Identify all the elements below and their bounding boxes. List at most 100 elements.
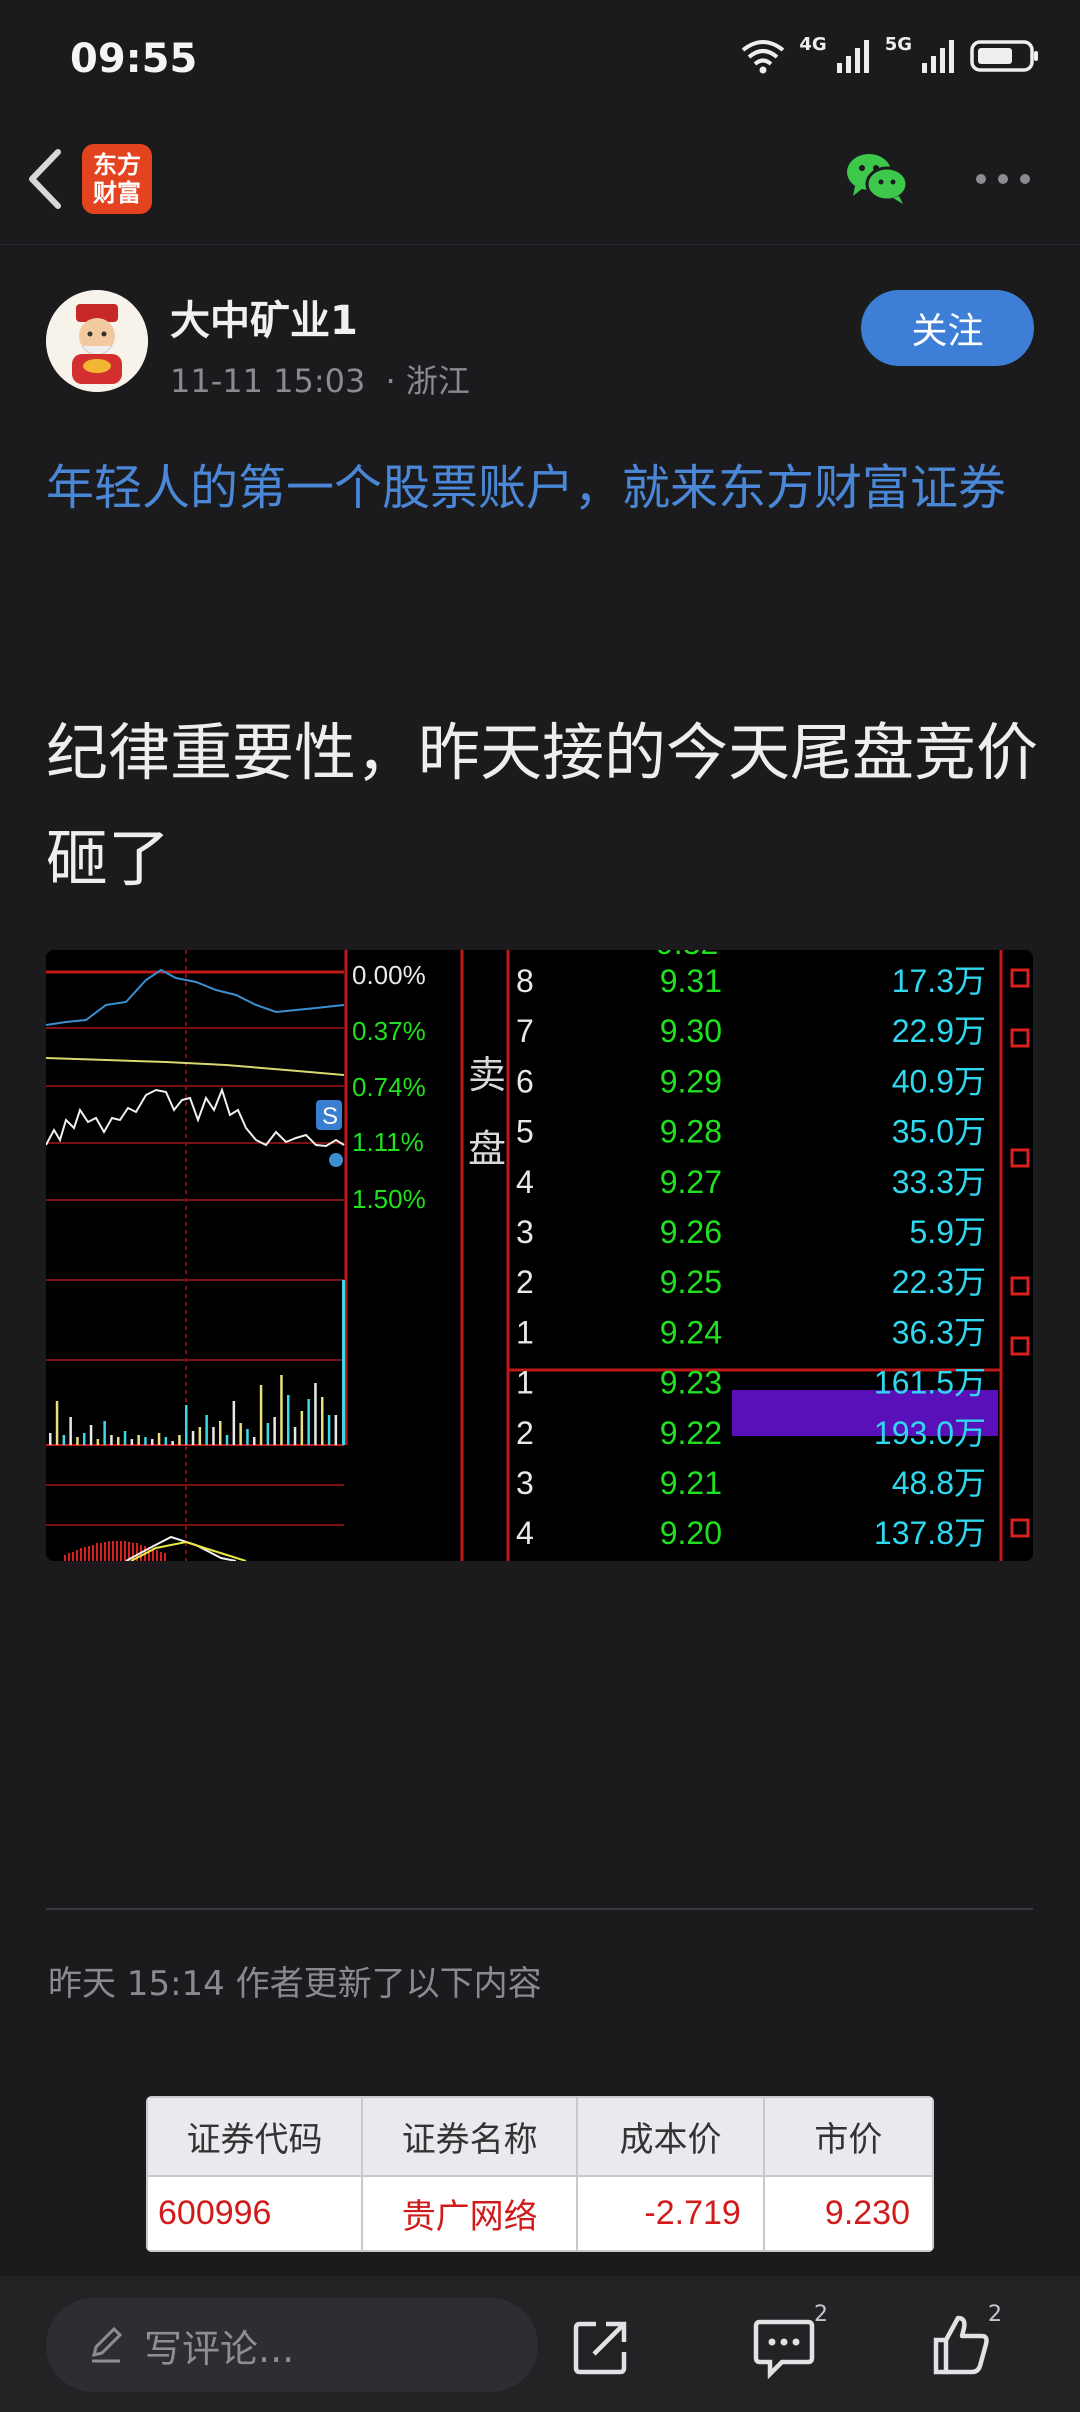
sell-price-3: 9.26 (660, 1214, 722, 1250)
volume-bar (151, 1439, 154, 1445)
volume-bar (164, 1437, 168, 1445)
percent-label-0: 0.00% (352, 960, 426, 990)
indicator-bar (84, 1547, 86, 1561)
volume-bar (280, 1375, 283, 1445)
indicator-bar (104, 1542, 106, 1561)
update-divider (46, 1908, 1033, 1910)
volume-bar (239, 1423, 242, 1445)
sell-label-1: 卖 (468, 1053, 506, 1097)
holding-table-image[interactable]: 证券代码 证券名称 成本价 市价 600996 贵广网络 -2.719 9.23… (146, 2096, 934, 2252)
volume-bar (123, 1431, 127, 1445)
volume-bar (83, 1433, 86, 1445)
percent-label-2: 0.74% (352, 1072, 426, 1102)
sell-level-2: 2 (516, 1264, 534, 1300)
wifi-icon (742, 40, 785, 74)
ad-link[interactable]: 年轻人的第一个股票账户，就来东方财富证券 (46, 450, 1036, 526)
volume-bar (266, 1423, 270, 1445)
signal-5g-icon (922, 40, 954, 73)
sell-price-8: 9.31 (660, 963, 722, 999)
post-body: 纪律重要性，昨天接的今天尾盘竞价砸了 (46, 716, 1039, 895)
comment-icon[interactable] (752, 2314, 816, 2380)
buy-price-1: 9.23 (660, 1365, 722, 1401)
wechat-share-icon[interactable] (845, 150, 909, 206)
volume-bar (191, 1431, 195, 1445)
cell-cost: -2.719 (576, 2175, 765, 2252)
indicator-bar (164, 1553, 166, 1561)
buy-price-3: 9.21 (660, 1465, 722, 1501)
buy-volume-2: 193.0万 (874, 1415, 986, 1451)
post-location: · 浙江 (385, 362, 470, 400)
sell-level-8: 8 (516, 963, 534, 999)
comment-input[interactable]: 写评论... (46, 2298, 538, 2392)
like-icon[interactable] (930, 2312, 992, 2378)
logo-line-2: 财富 (93, 179, 141, 207)
volume-bar (253, 1437, 256, 1445)
volume-bar (321, 1397, 324, 1445)
sell-volume-1: 36.3万 (892, 1314, 986, 1350)
buy-price-4: 9.20 (660, 1515, 722, 1551)
post-image-quote[interactable]: S 0.00% 0.37% 0.74% 1.11% 1.50% 卖 盘 9.32… (46, 950, 1033, 1561)
holding-table: 证券代码 证券名称 成本价 市价 600996 贵广网络 -2.719 9.23… (146, 2096, 934, 2252)
volume-bar (144, 1437, 147, 1445)
buy-level-1: 1 (516, 1365, 534, 1401)
sell-price-7: 9.30 (660, 1013, 722, 1049)
buy-level-3: 3 (516, 1465, 534, 1501)
sell-volume-5: 35.0万 (892, 1114, 986, 1150)
indicator-bar (160, 1552, 162, 1561)
more-icon[interactable] (975, 172, 1031, 186)
sell-level-6: 6 (516, 1063, 534, 1099)
comment-count-badge: 2 (814, 2302, 828, 2327)
status-time: 09:55 (70, 36, 198, 82)
volume-bar (334, 1415, 338, 1445)
indicator-bar (68, 1553, 70, 1561)
indicator-bar (80, 1548, 82, 1561)
sell-volume-6: 40.9万 (892, 1063, 986, 1099)
sell-volume-2: 22.3万 (892, 1264, 986, 1300)
sell-price-1: 9.24 (660, 1314, 722, 1350)
battery-icon (970, 40, 1038, 72)
appbar-divider (0, 244, 1080, 245)
sell-volume-3: 5.9万 (910, 1214, 987, 1250)
sell-level-3: 3 (516, 1214, 534, 1250)
buy-volume-3: 48.8万 (892, 1465, 986, 1501)
share-icon[interactable] (570, 2316, 632, 2378)
sell-level-4: 4 (516, 1164, 534, 1200)
author-name[interactable]: 大中矿业1 (170, 288, 358, 346)
volume-bar (300, 1411, 304, 1445)
quote-screenshot: S 0.00% 0.37% 0.74% 1.11% 1.50% 卖 盘 9.32… (46, 950, 1033, 1561)
indicator-bar (120, 1541, 122, 1561)
follow-button[interactable]: 关注 (861, 290, 1034, 366)
post-timestamp: 11-11 15:03 (170, 362, 366, 400)
indicator-bar (92, 1545, 94, 1561)
volume-bar (89, 1425, 93, 1445)
network-4g-label: 4G (799, 33, 827, 55)
volume-bar (130, 1439, 134, 1445)
sell-volume-8: 17.3万 (892, 963, 986, 999)
avatar-figure (46, 290, 148, 392)
network-5g-label: 5G (884, 33, 912, 55)
header-price: 市价 (762, 2096, 934, 2178)
sell-volume-7: 22.9万 (892, 1013, 986, 1049)
author-avatar[interactable] (46, 290, 148, 392)
volume-bar (327, 1415, 331, 1445)
volume-bar (55, 1401, 59, 1445)
indicator-bar (100, 1543, 102, 1561)
status-icons: 4G 5G (741, 34, 1040, 74)
sell-price-6: 9.29 (660, 1063, 722, 1099)
sell-price-2: 9.25 (660, 1264, 722, 1300)
indicator-bar (116, 1541, 118, 1561)
back-icon[interactable] (22, 146, 70, 212)
volume-bar (287, 1395, 290, 1445)
volume-bar (96, 1439, 100, 1445)
sell-price-5: 9.28 (660, 1114, 722, 1150)
volume-bar (62, 1435, 66, 1445)
logo-line-1: 东方 (93, 151, 141, 179)
percent-label-3: 1.11% (352, 1127, 424, 1157)
buy-volume-1: 161.5万 (874, 1365, 986, 1401)
indicator-bar (76, 1550, 78, 1561)
indicator-bar (112, 1541, 114, 1561)
volume-bar (178, 1435, 181, 1445)
buy-volume-4: 137.8万 (874, 1515, 986, 1551)
volume-bar (212, 1427, 215, 1445)
indicator-bar (124, 1541, 126, 1561)
